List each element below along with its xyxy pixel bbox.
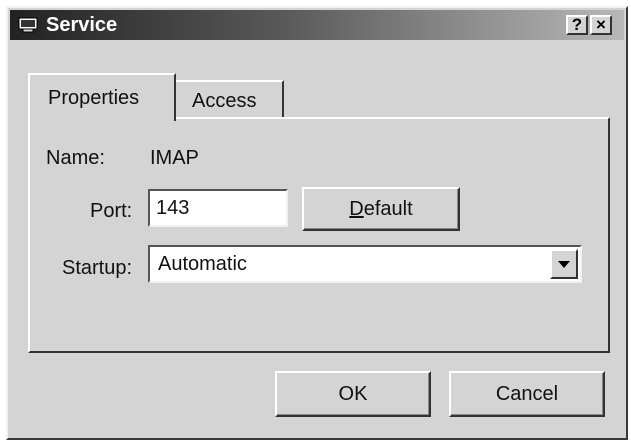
tab-access-label: Access	[192, 90, 257, 112]
properties-panel	[28, 117, 610, 353]
startup-selected-value: Automatic	[158, 253, 247, 275]
help-button[interactable]: ?	[566, 15, 588, 35]
startup-select[interactable]: Automatic	[148, 245, 582, 283]
chevron-down-icon[interactable]	[550, 249, 578, 279]
close-button[interactable]: ×	[590, 15, 612, 35]
startup-label: Startup:	[62, 257, 133, 279]
tab-properties-label: Properties	[48, 87, 140, 109]
cancel-button[interactable]: Cancel	[449, 371, 605, 417]
tab-properties[interactable]: Properties	[28, 73, 176, 121]
port-input[interactable]: 143	[148, 189, 288, 227]
default-button[interactable]: Default	[302, 187, 460, 231]
port-label: Port:	[90, 200, 133, 222]
computer-icon	[18, 17, 38, 33]
name-value: IMAP	[150, 147, 199, 169]
window-title: Service	[46, 14, 118, 36]
name-label: Name:	[46, 147, 105, 169]
tab-access[interactable]: Access	[174, 80, 284, 120]
ok-button[interactable]: OK	[275, 371, 431, 417]
title-bar[interactable]: Service ? ×	[10, 10, 624, 40]
